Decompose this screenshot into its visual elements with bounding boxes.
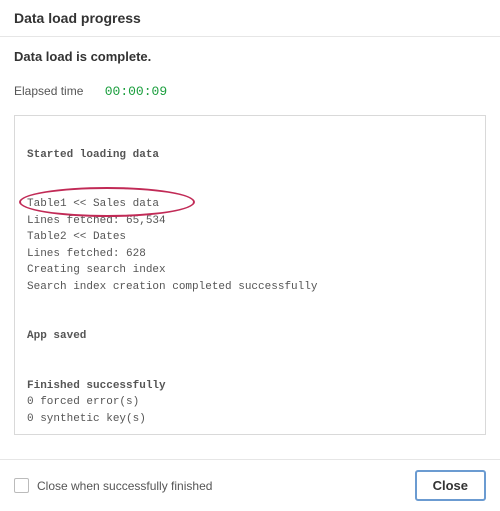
- dialog-header: Data load progress: [0, 0, 500, 37]
- log-line: 0 synthetic key(s): [27, 413, 146, 425]
- elapsed-time-value: 00:00:09: [105, 84, 167, 99]
- log-line: Finished successfully: [27, 380, 166, 392]
- log-line: Table1 << Sales data: [27, 198, 159, 210]
- log-line: Started loading data: [27, 149, 159, 161]
- log-line: Lines fetched: 65,534: [27, 215, 166, 227]
- log-line: Table2 << Dates: [27, 231, 126, 243]
- log-line: Search index creation completed successf…: [27, 281, 317, 293]
- dialog-footer: Close when successfully finished Close: [0, 459, 500, 511]
- status-row: Data load is complete.: [0, 37, 500, 70]
- log-panel: Started loading data Table1 << Sales dat…: [14, 115, 486, 435]
- close-button[interactable]: Close: [415, 470, 486, 501]
- log-line: Lines fetched: 628: [27, 248, 146, 260]
- log-output: Started loading data Table1 << Sales dat…: [27, 130, 473, 427]
- close-on-finish-checkbox[interactable]: [14, 478, 29, 493]
- dialog-title: Data load progress: [14, 10, 486, 26]
- log-line: App saved: [27, 330, 86, 342]
- close-on-finish-label: Close when successfully finished: [37, 479, 212, 493]
- elapsed-time-label: Elapsed time: [14, 84, 83, 98]
- log-line: Creating search index: [27, 264, 166, 276]
- load-status-text: Data load is complete.: [14, 49, 486, 64]
- elapsed-time-row: Elapsed time 00:00:09: [0, 70, 500, 109]
- close-on-finish-option[interactable]: Close when successfully finished: [14, 478, 212, 493]
- log-line: 0 forced error(s): [27, 396, 139, 408]
